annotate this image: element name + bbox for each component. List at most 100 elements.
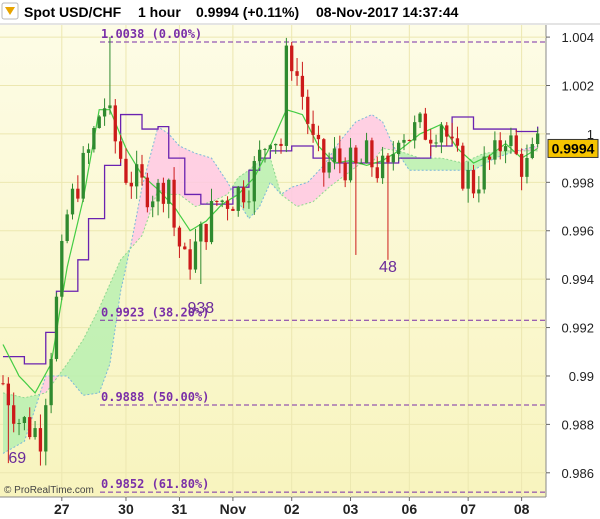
candle-body — [450, 136, 454, 139]
candle — [60, 234, 64, 301]
plot-background — [0, 25, 546, 497]
candle-body — [327, 162, 331, 173]
candle-body — [338, 148, 342, 163]
candle-body — [418, 113, 422, 123]
candle-body — [140, 164, 144, 178]
low-annotation: 48 — [379, 259, 397, 276]
candle-body — [359, 163, 363, 165]
candle-body — [477, 189, 481, 194]
candle-body — [135, 164, 139, 187]
candle-body — [12, 405, 16, 424]
candle-body — [364, 140, 369, 164]
candle-body — [215, 200, 219, 202]
candle-body — [396, 142, 401, 155]
candle — [54, 292, 59, 362]
candle-body — [514, 135, 518, 154]
candle-body — [33, 428, 37, 438]
candle-body — [493, 140, 497, 160]
candle-body — [54, 296, 59, 359]
candle-body — [102, 108, 107, 117]
candle-body — [177, 227, 182, 247]
candle-body — [455, 138, 460, 146]
chart-interval: 1 hour — [138, 4, 181, 20]
fib-level-label: 0.9888 (50.00%) — [101, 390, 209, 404]
candle-body — [108, 105, 112, 109]
candle-body — [1, 383, 5, 385]
candle-body — [92, 128, 96, 150]
candle — [65, 209, 69, 244]
x-tick-label: 07 — [460, 501, 476, 517]
y-tick-label: 1.002 — [561, 79, 594, 94]
candle-body — [413, 122, 417, 141]
candle-body — [530, 144, 534, 158]
candle-body — [257, 149, 262, 161]
candle-body — [220, 200, 224, 202]
x-tick-label: 30 — [118, 501, 134, 517]
candle-body — [188, 249, 192, 270]
last-price-badge: 0.9994 — [547, 138, 599, 158]
ichimoku-chart: Spot USD/CHF 1 hour 0.9994 (+0.11%) 08-N… — [0, 0, 600, 519]
candle-body — [386, 155, 390, 163]
candle-body — [306, 96, 310, 124]
low-annotation: 69 — [8, 450, 26, 467]
y-tick-label: 0.996 — [561, 224, 594, 239]
low-annotation: 938 — [187, 300, 214, 317]
candle — [81, 146, 85, 203]
candle-body — [81, 152, 85, 199]
candle-body — [268, 145, 272, 150]
candle-body — [407, 139, 411, 141]
chart-window: Spot USD/CHF 1 hour 0.9994 (+0.11%) 08-N… — [0, 0, 600, 519]
candle-body — [375, 167, 379, 179]
candle-body — [49, 358, 53, 406]
candle-body — [519, 153, 524, 177]
candle — [145, 172, 150, 213]
x-axis-pane — [0, 497, 600, 519]
candle-body — [156, 182, 160, 202]
candle-body — [332, 148, 337, 163]
candle-body — [44, 405, 48, 452]
chart-title: Spot USD/CHF — [24, 4, 122, 20]
candle-body — [316, 134, 321, 140]
candle-body — [38, 428, 43, 452]
candle-body — [391, 154, 395, 163]
candle-body — [434, 142, 438, 144]
y-tick-label: 1.004 — [561, 30, 594, 45]
candle — [97, 115, 101, 129]
candle-body — [343, 162, 347, 181]
y-tick-label: 0.994 — [561, 272, 594, 287]
candle-body — [167, 179, 171, 204]
collapse-arrow-icon[interactable] — [1, 2, 19, 20]
candle-body — [6, 383, 11, 406]
chart-last-price: 0.9994 (+0.11%) — [196, 4, 299, 20]
candle-body — [311, 123, 315, 135]
y-tick-label: 0.99 — [569, 369, 594, 384]
candle-body — [535, 133, 540, 145]
candle-body — [380, 155, 385, 179]
candle-body — [204, 223, 208, 243]
candle — [461, 142, 465, 191]
candle-body — [65, 214, 69, 241]
candle-body — [172, 179, 176, 228]
candle-body — [466, 170, 470, 189]
fib-level-label: 1.0038 (0.00%) — [101, 27, 202, 41]
candle-body — [461, 145, 465, 189]
candle-body — [279, 143, 283, 146]
candle-body — [151, 201, 155, 208]
candle-body — [322, 139, 326, 173]
candle — [284, 37, 289, 153]
x-tick-label: 27 — [54, 501, 70, 517]
candle-body — [509, 135, 513, 147]
candle-body — [498, 140, 502, 152]
candle-body — [145, 177, 150, 208]
candle-body — [22, 417, 27, 423]
x-tick-label: 02 — [284, 501, 300, 517]
y-tick-label: 0.986 — [561, 466, 594, 481]
credit-text: © ProRealTime.com — [4, 485, 94, 496]
candle-body — [445, 125, 449, 137]
candle-body — [193, 241, 198, 270]
candle-body — [295, 71, 299, 76]
last-price-badge-label: 0.9994 — [552, 140, 595, 156]
candle-body — [503, 146, 508, 152]
candle-body — [231, 208, 235, 211]
candle-body — [471, 170, 476, 194]
